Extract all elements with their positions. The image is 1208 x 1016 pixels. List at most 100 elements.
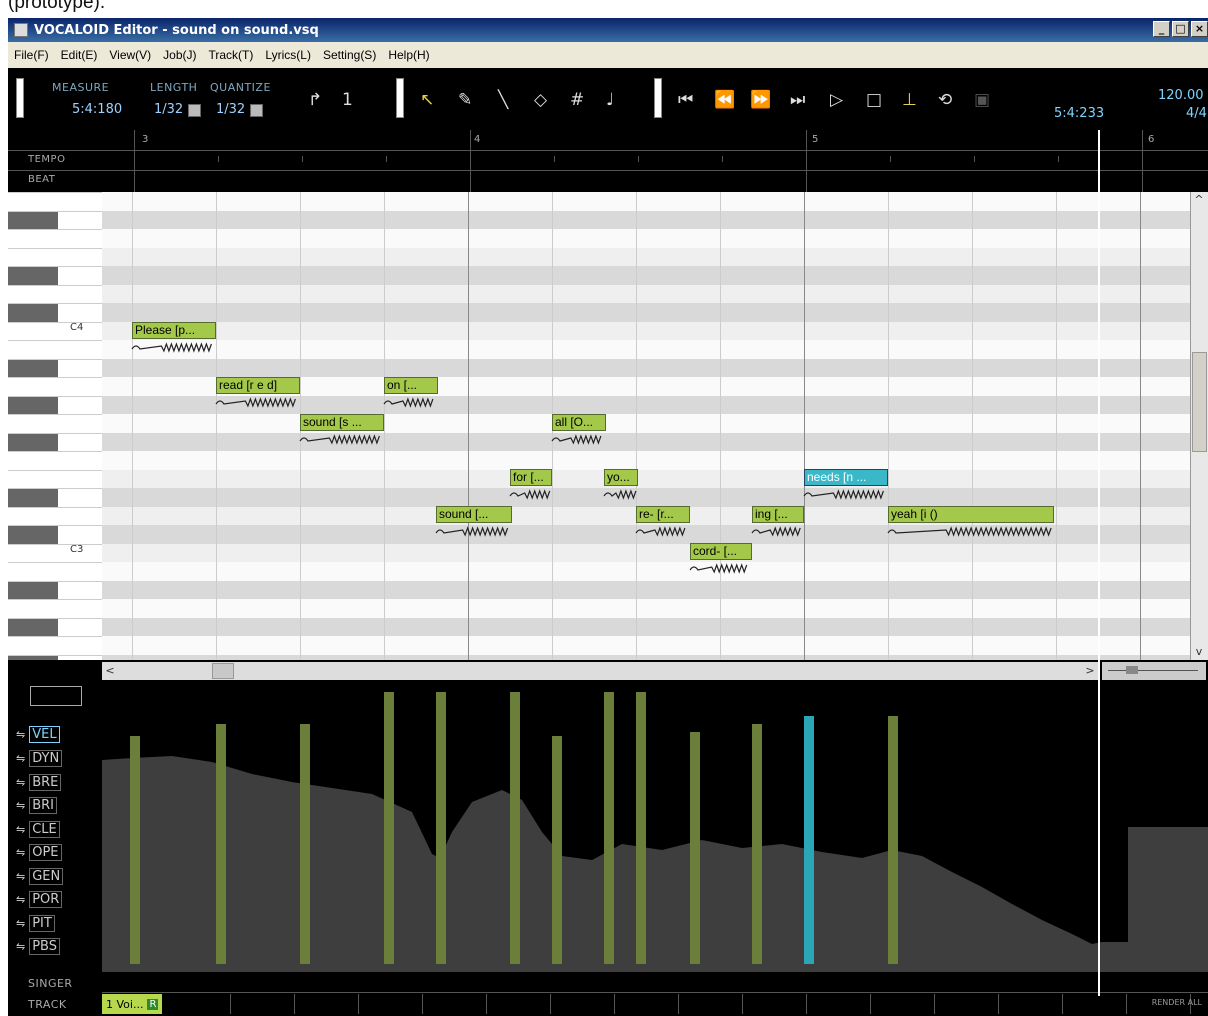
vertical-scrollbar[interactable]: ^ v xyxy=(1190,192,1208,660)
black-key[interactable] xyxy=(8,488,58,507)
velocity-bar[interactable] xyxy=(888,716,898,964)
note-1[interactable]: read [r e d] xyxy=(216,377,300,394)
menu-help[interactable]: Help(H) xyxy=(382,48,435,62)
control-pit-label[interactable]: PIT xyxy=(29,914,55,932)
black-key[interactable] xyxy=(8,525,58,544)
auto-scroll-icon[interactable]: ⊥ xyxy=(902,90,917,110)
control-bri-label[interactable]: BRI xyxy=(29,796,58,814)
pointer-length-icon[interactable]: ↱ xyxy=(308,90,322,110)
menu-edit[interactable]: Edit(E) xyxy=(55,48,104,62)
black-key[interactable] xyxy=(8,581,58,599)
scroll-down-icon[interactable]: v xyxy=(1191,644,1207,660)
playhead[interactable] xyxy=(1098,130,1100,996)
beat-row[interactable]: BEAT xyxy=(8,170,1208,190)
grid-icon[interactable]: # xyxy=(570,90,584,110)
note-9[interactable]: cord- [... xyxy=(690,543,752,560)
black-key[interactable] xyxy=(8,211,58,229)
control-cle[interactable]: ⇋ CLE xyxy=(16,819,60,839)
track-tab[interactable]: 1 Voi... R xyxy=(102,994,163,1014)
note-6[interactable]: all [O... xyxy=(552,414,606,431)
minimize-button[interactable]: _ xyxy=(1153,21,1170,37)
control-pit[interactable]: ⇋ PIT xyxy=(16,913,55,933)
velocity-bar[interactable] xyxy=(300,724,310,964)
note-3[interactable]: on [... xyxy=(384,377,438,394)
control-vel[interactable]: ⇋ VEL xyxy=(16,724,60,744)
horizontal-scrollbar[interactable]: < > xyxy=(8,660,1208,682)
scroll-right-icon[interactable]: > xyxy=(1082,663,1098,679)
rex-icon[interactable]: ▣ xyxy=(974,90,990,110)
forward-end-icon[interactable]: ⏭ xyxy=(790,90,805,110)
control-bre-label[interactable]: BRE xyxy=(29,773,62,791)
control-vel-label[interactable]: VEL xyxy=(29,725,60,743)
control-cle-label[interactable]: CLE xyxy=(29,820,60,838)
line-icon[interactable]: ╲ xyxy=(498,90,508,110)
black-key[interactable] xyxy=(8,266,58,285)
arrow-select-icon[interactable]: ↖ xyxy=(420,90,434,110)
note-11[interactable]: needs [n ... xyxy=(804,469,888,486)
velocity-bar[interactable] xyxy=(216,724,226,964)
transport-slider[interactable] xyxy=(654,78,662,118)
black-key[interactable] xyxy=(8,433,58,451)
quantize-dropdown-icon[interactable] xyxy=(250,104,263,117)
menu-job[interactable]: Job(J) xyxy=(157,48,202,62)
tempo-row[interactable]: TEMPO xyxy=(8,150,1208,170)
velocity-bar[interactable] xyxy=(130,736,140,964)
control-bre[interactable]: ⇋ BRE xyxy=(16,772,62,792)
control-ope-label[interactable]: OPE xyxy=(29,843,62,861)
render-all-button[interactable]: RENDER ALL xyxy=(1152,998,1202,1007)
maximize-button[interactable]: □ xyxy=(1172,21,1189,37)
note-0[interactable]: Please [p... xyxy=(132,322,216,339)
quantize-value[interactable]: 1/32 xyxy=(216,102,245,117)
toolbar-slider[interactable] xyxy=(16,78,24,118)
note-8[interactable]: re- [r... xyxy=(636,506,690,523)
control-gen[interactable]: ⇋ GEN xyxy=(16,866,64,886)
velocity-bar[interactable] xyxy=(690,732,700,964)
black-key[interactable] xyxy=(8,359,58,377)
note-12[interactable]: yeah [i () xyxy=(888,506,1054,523)
tool-slider[interactable] xyxy=(396,78,404,118)
stop-icon[interactable]: □ xyxy=(866,90,882,110)
forward-icon[interactable]: ⏩ xyxy=(750,90,771,110)
black-key[interactable] xyxy=(8,618,58,636)
velocity-bar[interactable] xyxy=(436,692,446,964)
vertical-scroll-thumb[interactable] xyxy=(1192,352,1207,452)
note-4[interactable]: sound [... xyxy=(436,506,512,523)
note-10[interactable]: ing [... xyxy=(752,506,804,523)
control-ope[interactable]: ⇋ OPE xyxy=(16,842,62,862)
length-dropdown-icon[interactable] xyxy=(188,104,201,117)
zoom-slider[interactable] xyxy=(1102,662,1206,680)
velocity-bar[interactable] xyxy=(752,724,762,964)
control-por-label[interactable]: POR xyxy=(29,890,63,908)
note-2[interactable]: sound [s ... xyxy=(300,414,384,431)
play-icon[interactable]: ▷ xyxy=(830,90,843,110)
scroll-left-icon[interactable]: < xyxy=(102,663,118,679)
note-7[interactable]: yo... xyxy=(604,469,638,486)
velocity-bar[interactable] xyxy=(636,692,646,964)
control-pbs[interactable]: ⇋ PBS xyxy=(16,936,60,956)
note-icon[interactable]: ♩ xyxy=(606,90,614,110)
velocity-bar[interactable] xyxy=(552,736,562,964)
control-bri[interactable]: ⇋ BRI xyxy=(16,795,58,815)
velocity-bar[interactable] xyxy=(510,692,520,964)
piano-keyboard[interactable]: C4 C3 xyxy=(8,192,102,660)
velocity-bar[interactable] xyxy=(804,716,814,964)
length-value[interactable]: 1/32 xyxy=(154,102,183,117)
menu-lyrics[interactable]: Lyrics(L) xyxy=(259,48,317,62)
velocity-bar[interactable] xyxy=(604,692,614,964)
control-graph[interactable] xyxy=(102,682,1208,972)
scroll-up-icon[interactable]: ^ xyxy=(1191,192,1207,208)
menu-setting[interactable]: Setting(S) xyxy=(317,48,382,62)
menu-track[interactable]: Track(T) xyxy=(203,48,260,62)
length-one-icon[interactable]: 1 xyxy=(342,90,353,110)
loop-icon[interactable]: ⟲ xyxy=(938,90,952,110)
eraser-icon[interactable]: ◇ xyxy=(534,90,547,110)
rewind-start-icon[interactable]: ⏮ xyxy=(678,90,693,110)
horizontal-scroll-thumb[interactable] xyxy=(212,663,234,679)
velocity-bar[interactable] xyxy=(384,692,394,964)
control-dyn-label[interactable]: DYN xyxy=(29,749,63,767)
menu-file[interactable]: File(F) xyxy=(8,48,55,62)
black-key[interactable] xyxy=(8,396,58,414)
rewind-icon[interactable]: ⏪ xyxy=(714,90,735,110)
piano-roll[interactable]: Please [p... read [r e d] sound [s ... on [… xyxy=(102,192,1190,660)
pencil-icon[interactable]: ✎ xyxy=(458,90,472,110)
